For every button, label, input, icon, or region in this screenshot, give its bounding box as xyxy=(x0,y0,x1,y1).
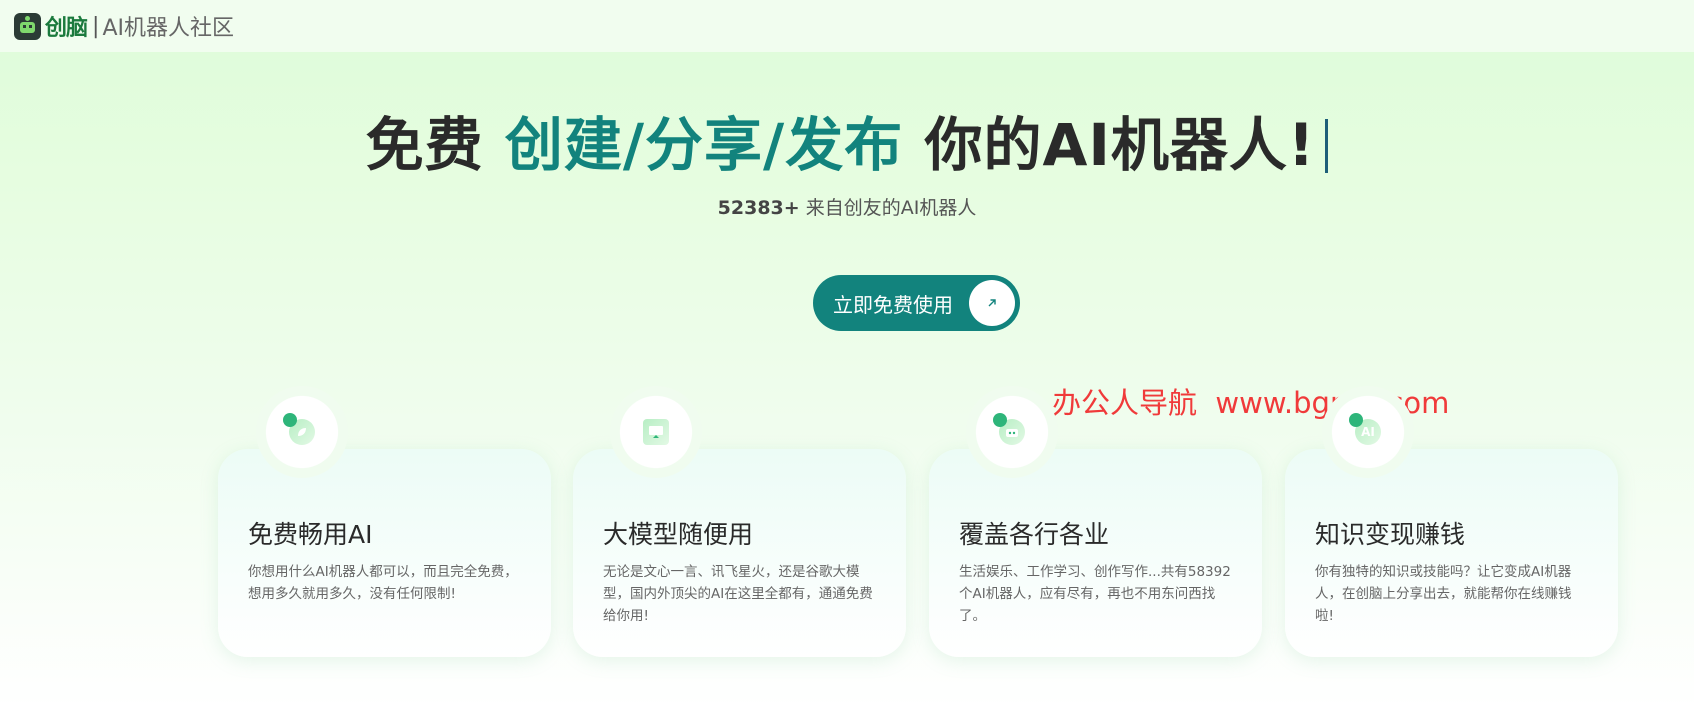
feature-badge xyxy=(610,386,702,478)
feature-card-free[interactable]: 免费畅用AI 你想用什么AI机器人都可以，而且完全免费，想用多久就用多久，没有任… xyxy=(218,449,551,657)
brand-tagline: AI机器人社区 xyxy=(102,16,234,41)
hero-subtitle: 52383+ 来自创友的AI机器人 xyxy=(0,193,1694,220)
typing-caret xyxy=(1325,119,1329,173)
feature-description: 你有独特的知识或技能吗？让它变成AI机器人，在创脑上分享出去，就能帮你在线赚钱啦… xyxy=(1315,564,1572,624)
ai-badge-text: AI xyxy=(1361,425,1375,439)
feature-card-monetize[interactable]: 知识变现赚钱 你有独特的知识或技能吗？让它变成AI机器人，在创脑上分享出去，就能… xyxy=(1285,449,1618,657)
ai-chip-icon: AI xyxy=(1349,413,1381,445)
feature-badge xyxy=(256,386,348,478)
leaf-icon xyxy=(283,413,315,445)
feature-card-industries[interactable]: 覆盖各行各业 生活娱乐、工作学习、创作写作...共有58392个AI机器人，应有… xyxy=(929,449,1262,657)
monitor-icon xyxy=(643,419,669,445)
brand-name[interactable]: 创脑 xyxy=(45,10,88,42)
feature-card-models[interactable]: 大模型随便用 无论是文心一言、讯飞星火，还是谷歌大模型，国内外顶尖的AI在这里全… xyxy=(573,449,906,657)
robot-logo-icon[interactable] xyxy=(14,12,41,40)
feature-title: 免费畅用AI xyxy=(248,520,373,549)
feature-description: 无论是文心一言、讯飞星火，还是谷歌大模型，国内外顶尖的AI在这里全都有，通通免费… xyxy=(603,564,873,624)
feature-description: 你想用什么AI机器人都可以，而且完全免费，想用多久就用多久，没有任何限制! xyxy=(248,564,518,602)
start-free-button[interactable]: 立即免费使用 xyxy=(813,275,1020,331)
hero-subtitle-text: 来自创友的AI机器人 xyxy=(805,197,977,219)
arrow-up-right-icon xyxy=(969,280,1015,326)
feature-description: 生活娱乐、工作学习、创作写作...共有58392个AI机器人，应有尽有，再也不用… xyxy=(959,564,1231,624)
hero-title: 免费 创建/分享/发布 你的AI机器人! xyxy=(0,98,1694,182)
feature-badge xyxy=(966,386,1058,478)
feature-title: 覆盖各行各业 xyxy=(959,520,1110,549)
brand-separator: | xyxy=(92,13,100,39)
top-bar: 创脑 | AI机器人社区 xyxy=(0,0,1694,52)
hero-title-accent: 创建/分享/发布 xyxy=(504,111,904,179)
robot-count: 52383+ xyxy=(717,197,800,219)
hero-title-suffix: 你的AI机器人! xyxy=(924,111,1316,179)
feature-badge: AI xyxy=(1322,386,1414,478)
feature-title: 知识变现赚钱 xyxy=(1315,520,1466,549)
robot-icon xyxy=(993,413,1025,445)
start-free-button-label: 立即免费使用 xyxy=(833,292,953,317)
hero-title-prefix: 免费 xyxy=(365,111,484,179)
feature-title: 大模型随便用 xyxy=(603,520,754,549)
